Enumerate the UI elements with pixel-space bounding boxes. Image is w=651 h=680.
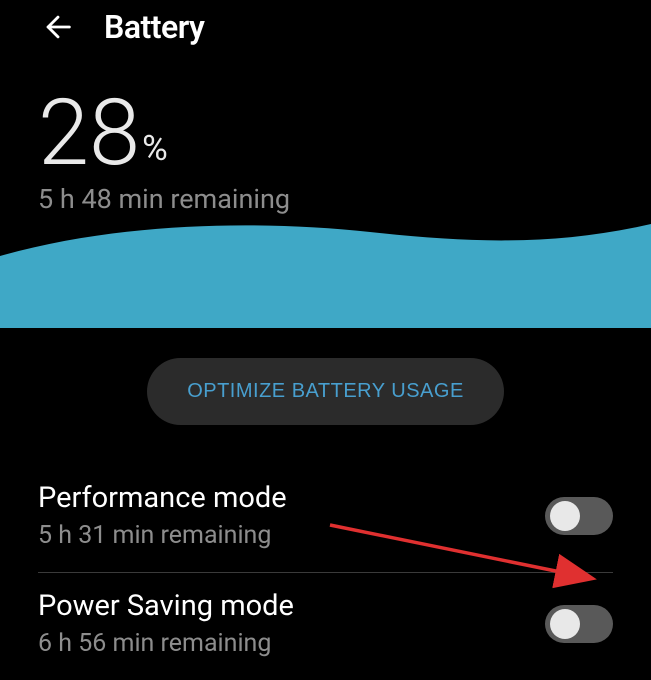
battery-remaining: 5 h 48 min remaining xyxy=(38,183,613,215)
power-saving-mode-toggle[interactable] xyxy=(545,605,613,643)
mode-list: Performance mode 5 h 31 min remaining Po… xyxy=(0,465,651,680)
battery-percent: 28 % xyxy=(38,94,613,175)
power-saving-mode-row[interactable]: Power Saving mode 6 h 56 min remaining xyxy=(38,573,613,680)
mode-info: Power Saving mode 6 h 56 min remaining xyxy=(38,589,545,658)
performance-mode-toggle[interactable] xyxy=(545,497,613,535)
toggle-knob xyxy=(550,501,580,531)
performance-mode-subtitle: 5 h 31 min remaining xyxy=(38,521,545,550)
power-saving-mode-subtitle: 6 h 56 min remaining xyxy=(38,629,545,658)
performance-mode-title: Performance mode xyxy=(38,481,545,515)
battery-percent-number: 28 xyxy=(38,94,140,175)
optimize-battery-button[interactable]: OPTIMIZE BATTERY USAGE xyxy=(147,358,504,425)
battery-level-section: 28 % 5 h 48 min remaining xyxy=(0,46,651,328)
back-icon[interactable] xyxy=(40,9,76,45)
mode-info: Performance mode 5 h 31 min remaining xyxy=(38,481,545,550)
battery-wave-graphic xyxy=(0,218,651,328)
performance-mode-row[interactable]: Performance mode 5 h 31 min remaining xyxy=(38,465,613,573)
toggle-knob xyxy=(550,609,580,639)
header: Battery xyxy=(0,0,651,46)
power-saving-mode-title: Power Saving mode xyxy=(38,589,545,623)
optimize-section: OPTIMIZE BATTERY USAGE xyxy=(0,328,651,465)
page-title: Battery xyxy=(104,8,204,46)
percent-sign: % xyxy=(142,128,168,169)
